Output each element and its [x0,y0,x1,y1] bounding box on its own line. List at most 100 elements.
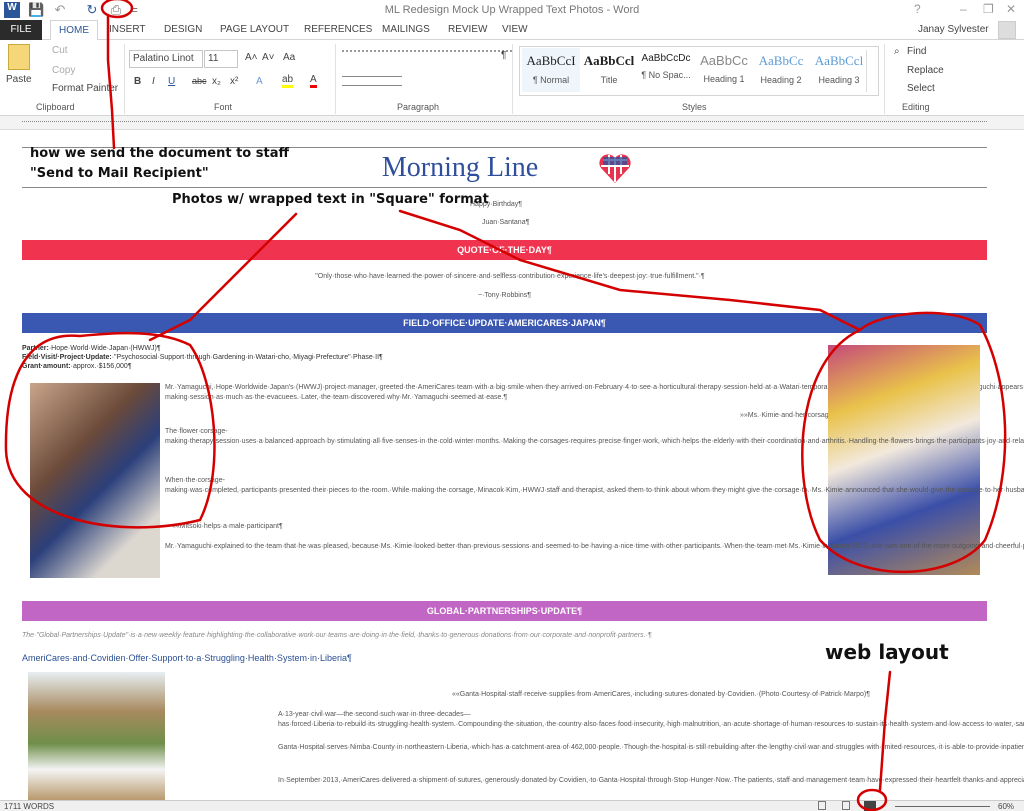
styles-group-label: Styles [682,102,707,112]
copy-button[interactable]: Copy [52,65,75,76]
horizontal-ruler[interactable] [0,116,1024,130]
article-paragraph-2: The·flower·corsage-making·therapy·sessio… [165,428,1024,445]
quote-author: ~·Tony·Robbins¶ [478,292,531,299]
strikethrough-button[interactable]: abc [192,76,207,86]
annotation-send-method: how we send the document to staff [30,146,290,161]
liberia-paragraph-3: In·September·2013,·AmeriCares·delivered·… [278,777,1024,784]
superscript-button[interactable]: x² [230,76,238,87]
paragraph-group-label: Paragraph [397,102,440,112]
photo-therapy-session[interactable] [30,383,160,578]
binoculars-icon: ⌕ [894,46,900,57]
help-icon[interactable]: ? [914,2,921,16]
tab-design[interactable]: DESIGN [156,20,210,40]
tab-review[interactable]: REVIEW [440,20,495,40]
subscript-button[interactable]: x₂ [212,76,221,87]
tab-view[interactable]: VIEW [494,20,536,40]
clipboard-group-label: Clipboard [36,102,75,112]
caption-left-photo: ««Mitsoki·helps·a·male·participant¶ [172,523,283,530]
minimize-button[interactable]: – [960,2,967,16]
tab-file[interactable]: FILE [0,20,42,40]
zoom-level[interactable]: 60% [998,802,1014,811]
ribbon-tabs: FILE HOME INSERT DESIGN PAGE LAYOUT REFE… [0,20,1024,40]
liberia-paragraph-1: A·13-year·civil·war—the·second·such·war·… [278,711,1024,728]
change-case-button[interactable]: Aa [283,52,295,63]
print-layout-button[interactable] [842,801,850,810]
read-mode-button[interactable] [818,801,826,810]
caption-right-photo: »»Ms.·Kimie·and·her·corsage¶ [740,412,837,419]
title-bar: W 💾 ↶ ↻ ⎙ = ML Redesign Mock Up Wrapped … [0,0,1024,20]
word-count[interactable]: 1711 WORDS [4,802,54,811]
paste-button[interactable]: Paste [6,74,32,85]
close-button[interactable]: ✕ [1006,2,1016,16]
quote-text: "Only·those·who·have·learned·the·power·o… [315,273,705,280]
cut-button[interactable]: Cut [52,45,68,56]
article-paragraph-3: When·the·corsage-making·was·completed,·p… [165,477,1024,494]
text-effects-button[interactable]: A [256,76,263,87]
style-normal[interactable]: AaBbCcI ¶ Normal [522,48,580,92]
annotation-web-layout: web layout [825,640,949,664]
global-intro: The·"Global·Partnerships·Update"·is·a·ne… [22,632,652,639]
tab-references[interactable]: REFERENCES [296,20,380,40]
avatar[interactable] [998,21,1016,39]
tab-insert[interactable]: INSERT [101,20,154,40]
article-paragraph-4: Mr.·Yamaguchi·explained·to·the·team·that… [165,543,1024,550]
ribbon: Paste Cut Copy Format Painter Clipboard … [0,40,1024,116]
document-page[interactable]: Morning Line Happy·Birthday¶ Juan·Santan… [0,130,1024,800]
birthday-name: Juan·Santana¶ [482,219,530,226]
replace-button[interactable]: Replace [907,65,944,76]
tab-page-layout[interactable]: PAGE LAYOUT [212,20,297,40]
liberia-photo-caption: ««Ganta·Hospital·staff·receive·supplies·… [452,691,870,698]
web-layout-button[interactable] [864,801,876,811]
liberia-heading[interactable]: AmeriCares·and·Covidien·Offer·Support·to… [22,653,352,663]
global-partnerships-banner: GLOBAL·PARTNERSHIPS·UPDATE¶ [22,601,987,621]
shrink-font-button[interactable]: A˅ [262,52,275,63]
list-buttons[interactable] [342,50,512,64]
liberia-paragraph-2: Ganta·Hospital·serves·Nimba·County·in·no… [278,744,1024,751]
zoom-slider[interactable] [895,806,990,807]
underline-button[interactable]: U [168,76,175,87]
quote-of-the-day-banner: QUOTE·OF·THE·DAY¶ [22,240,987,260]
tab-home[interactable]: HOME [50,20,98,40]
style-no-spacing[interactable]: AaBbCcDc ¶ No Spac... [637,48,695,92]
status-bar: 1711 WORDS 60% [0,800,1024,811]
bold-button[interactable]: B [134,76,141,87]
divider [512,44,513,114]
find-button[interactable]: Find [907,46,926,57]
styles-more-button[interactable] [866,50,876,92]
style-title[interactable]: AaBbCcl Title [580,48,638,92]
field-visit-line: Field·Visit/·Project·Update:·"Psychosoci… [22,354,383,361]
globe-heart-logo [599,154,631,183]
divider [124,44,125,114]
field-office-banner: FIELD·OFFICE·UPDATE·AMERICARES·JAPAN¶ [22,313,987,333]
style-heading-1[interactable]: AaBbCc Heading 1 [695,48,753,92]
grow-font-button[interactable]: A˄ [245,52,258,63]
partner-line: Partner:·Hope·World·Wide·Japan·(HWWJ)¶ [22,345,161,352]
window-title: ML Redesign Mock Up Wrapped Text Photos … [384,4,640,16]
annotation-photos-wrapped: Photos w/ wrapped text in "Square" forma… [172,192,489,207]
font-size-select[interactable]: 11 [204,50,238,68]
restore-button[interactable]: ❐ [983,2,994,16]
masthead-bottom-rule [22,187,987,188]
font-name-select[interactable]: Palatino Linot [129,50,203,68]
italic-button[interactable]: I [152,76,155,87]
editing-group-label: Editing [902,102,930,112]
show-formatting-button[interactable]: ¶ [501,50,506,61]
font-group-label: Font [214,102,233,112]
tab-mailings[interactable]: MAILINGS [374,20,438,40]
alignment-buttons[interactable] [342,76,402,86]
photo-ms-kimie-corsage[interactable] [828,345,980,575]
divider [884,44,885,114]
style-heading-3[interactable]: AaBbCcl Heading 3 [810,48,868,92]
user-name[interactable]: Janay Sylvester [918,24,989,35]
paste-icon[interactable] [8,44,30,70]
format-painter-button[interactable]: Format Painter [52,83,118,94]
highlight-button[interactable]: ab [282,74,294,88]
grant-amount-line: Grant·amount:·approx.·$156,000¶ [22,363,132,370]
photo-ganta-hospital-staff[interactable] [28,672,165,800]
divider [335,44,336,114]
annotation-send-to-mail: "Send to Mail Recipient" [30,166,209,181]
font-color-button[interactable]: A [310,74,317,88]
masthead-title: Morning Line [381,152,539,183]
select-button[interactable]: Select [907,83,935,94]
style-heading-2[interactable]: AaBbCc Heading 2 [752,48,810,92]
